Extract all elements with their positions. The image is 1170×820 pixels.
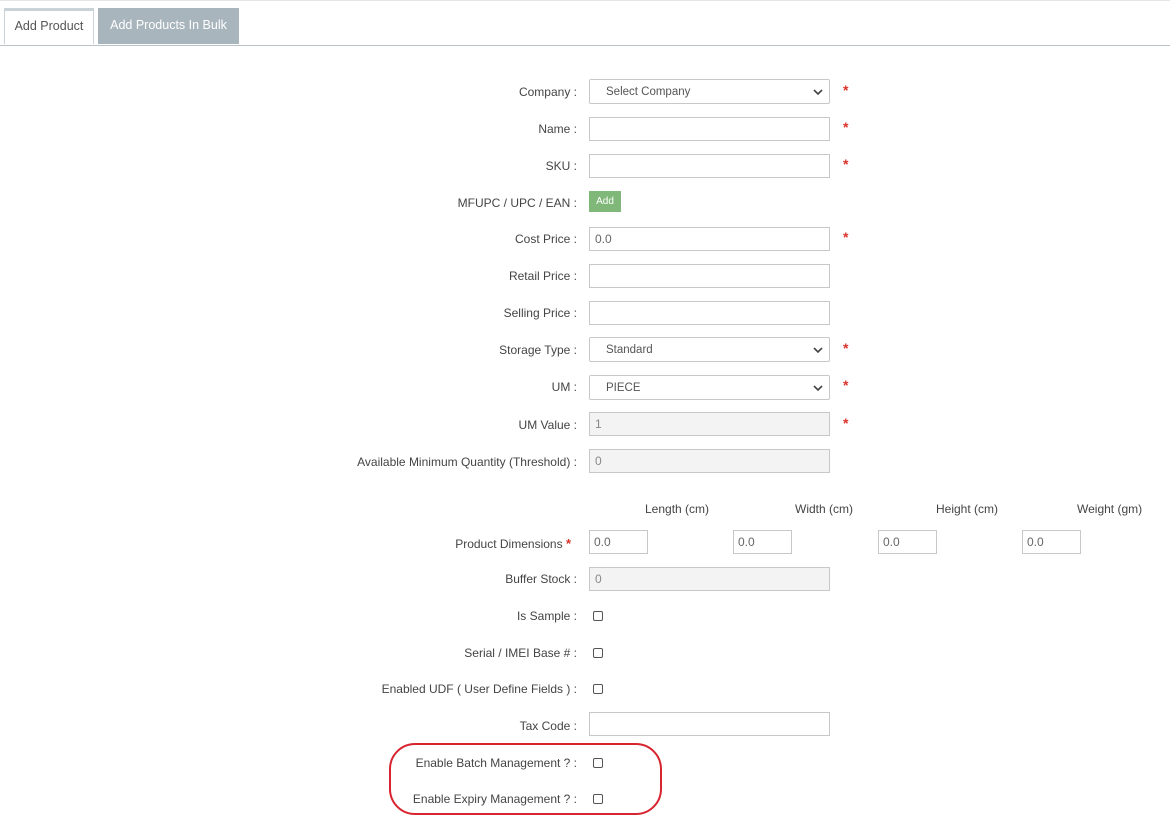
batch-management-label: Enable Batch Management ? : — [415, 756, 577, 770]
required-mark: * — [843, 377, 849, 393]
tab-bar-divider — [0, 45, 1170, 46]
selling-price-label: Selling Price : — [503, 306, 577, 320]
cost-price-label: Cost Price : — [514, 232, 577, 246]
is-sample-checkbox[interactable] — [593, 611, 603, 621]
buffer-stock-label: Buffer Stock : — [505, 572, 577, 586]
cost-price-input[interactable] — [589, 227, 830, 251]
storage-type-value: Standard — [606, 344, 653, 356]
um-value: PIECE — [606, 382, 641, 394]
required-mark: * — [565, 536, 571, 551]
serial-imei-checkbox[interactable] — [593, 648, 603, 658]
required-mark: * — [843, 229, 849, 245]
serial-imei-label: Serial / IMEI Base # : — [464, 646, 577, 660]
required-mark: * — [843, 415, 849, 431]
name-input[interactable] — [589, 117, 830, 141]
required-mark: * — [843, 82, 849, 98]
product-dimensions-label: Product Dimensions * — [455, 536, 571, 551]
um-value-label: UM Value : — [518, 418, 577, 432]
company-select[interactable]: Select Company — [589, 79, 830, 104]
company-label: Company : — [518, 85, 577, 99]
selling-price-input[interactable] — [589, 301, 830, 325]
weight-header: Weight (gm) — [1077, 502, 1143, 516]
sku-input[interactable] — [589, 154, 830, 178]
sku-label: SKU : — [545, 159, 577, 173]
length-input[interactable] — [589, 530, 648, 554]
um-value-input — [589, 412, 830, 436]
um-select[interactable]: PIECE — [589, 375, 830, 400]
weight-input[interactable] — [1022, 530, 1081, 554]
name-label: Name : — [538, 122, 577, 136]
height-input[interactable] — [878, 530, 937, 554]
product-dimensions-text: Product Dimensions — [455, 537, 563, 551]
tax-code-label: Tax Code : — [519, 719, 577, 733]
top-border — [0, 0, 1170, 1]
required-mark: * — [843, 119, 849, 135]
retail-price-label: Retail Price : — [508, 269, 577, 283]
mfupc-label: MFUPC / UPC / EAN : — [457, 196, 577, 210]
length-header: Length (cm) — [645, 502, 710, 516]
chevron-down-icon — [813, 347, 823, 354]
tab-add-product[interactable]: Add Product — [4, 8, 94, 44]
batch-management-checkbox[interactable] — [593, 758, 603, 768]
is-sample-label: Is Sample : — [516, 609, 577, 623]
width-header: Width (cm) — [795, 502, 853, 516]
udf-checkbox[interactable] — [593, 684, 603, 694]
retail-price-input[interactable] — [589, 264, 830, 288]
required-mark: * — [843, 156, 849, 172]
required-mark: * — [843, 340, 849, 356]
storage-type-label: Storage Type : — [499, 343, 577, 357]
chevron-down-icon — [813, 89, 823, 96]
threshold-input[interactable] — [589, 449, 830, 473]
width-input[interactable] — [733, 530, 792, 554]
udf-label: Enabled UDF ( User Define Fields ) : — [381, 682, 577, 696]
um-label: UM : — [551, 380, 577, 394]
chevron-down-icon — [813, 385, 823, 392]
height-header: Height (cm) — [936, 502, 999, 516]
threshold-label: Available Minimum Quantity (Threshold) : — [357, 455, 577, 469]
company-select-value: Select Company — [606, 86, 691, 98]
add-mfupc-button[interactable]: Add — [589, 191, 621, 212]
buffer-stock-input[interactable] — [589, 567, 830, 591]
storage-type-select[interactable]: Standard — [589, 337, 830, 362]
tax-code-input[interactable] — [589, 712, 830, 736]
tab-add-products-in-bulk[interactable]: Add Products In Bulk — [98, 8, 239, 44]
expiry-management-checkbox[interactable] — [593, 794, 603, 804]
expiry-management-label: Enable Expiry Management ? : — [412, 792, 577, 806]
